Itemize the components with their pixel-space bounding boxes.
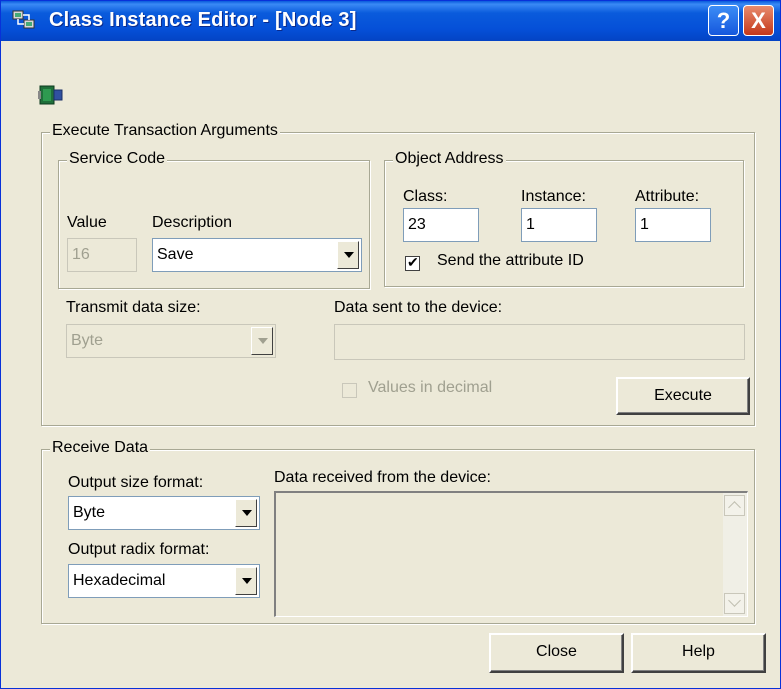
output-size-format-label: Output size format: bbox=[68, 474, 204, 491]
output-radix-format-label: Output radix format: bbox=[68, 541, 210, 558]
receive-data-group: Receive Data Output size format: Byte Ou… bbox=[41, 439, 755, 624]
data-received-label: Data received from the device: bbox=[274, 469, 491, 486]
description-value: Save bbox=[157, 246, 194, 263]
transmit-data-size-label: Transmit data size: bbox=[66, 299, 201, 316]
data-received-area bbox=[274, 491, 748, 617]
transmit-data-size-value: Byte bbox=[71, 332, 104, 349]
data-sent-field bbox=[334, 324, 745, 360]
object-address-legend: Object Address bbox=[393, 150, 506, 168]
service-code-legend: Service Code bbox=[67, 150, 168, 168]
instance-input[interactable]: 1 bbox=[521, 208, 597, 242]
output-radix-format-value: Hexadecimal bbox=[73, 572, 166, 589]
device-icon bbox=[38, 85, 63, 105]
value-label: Value bbox=[67, 214, 107, 231]
execute-transaction-group: Execute Transaction Arguments Service Co… bbox=[41, 122, 755, 426]
scroll-down-arrow-icon[interactable] bbox=[724, 593, 745, 614]
class-input[interactable]: 23 bbox=[403, 208, 479, 242]
window-title: Class Instance Editor - [Node 3] bbox=[49, 9, 357, 31]
values-in-decimal-label: Values in decimal bbox=[368, 379, 493, 396]
description-label: Description bbox=[152, 214, 233, 231]
output-radix-format-dropdown[interactable]: Hexadecimal bbox=[68, 564, 260, 598]
title-close-button[interactable]: X bbox=[743, 5, 774, 36]
data-sent-label: Data sent to the device: bbox=[334, 299, 503, 316]
close-button-label: Close bbox=[536, 643, 577, 660]
class-instance-editor-window: Class Instance Editor - [Node 3] ? X Exe… bbox=[0, 0, 781, 689]
send-attribute-id-label: Send the attribute ID bbox=[437, 252, 584, 269]
object-address-group: Object Address Class: 23 Instance: 1 Att… bbox=[384, 150, 744, 287]
app-icon bbox=[12, 10, 35, 29]
output-size-format-dropdown[interactable]: Byte bbox=[68, 496, 260, 530]
output-radix-dropdown-arrow[interactable] bbox=[235, 567, 257, 595]
attribute-input[interactable]: 1 bbox=[635, 208, 711, 242]
output-size-format-value: Byte bbox=[73, 504, 106, 521]
description-dropdown-arrow[interactable] bbox=[337, 241, 359, 269]
title-help-button[interactable]: ? bbox=[708, 5, 739, 36]
execute-button[interactable]: Execute bbox=[616, 377, 750, 415]
data-received-scrollbar[interactable] bbox=[723, 493, 747, 616]
execute-transaction-legend: Execute Transaction Arguments bbox=[50, 122, 280, 140]
scroll-up-arrow-icon[interactable] bbox=[724, 495, 745, 516]
service-code-group: Service Code Value 16 Description Save bbox=[58, 150, 370, 289]
title-bar[interactable]: Class Instance Editor - [Node 3] ? X bbox=[1, 1, 780, 41]
receive-data-legend: Receive Data bbox=[50, 439, 151, 457]
class-label: Class: bbox=[403, 188, 448, 205]
values-in-decimal-checkbox bbox=[342, 383, 357, 398]
send-attribute-id-checkbox[interactable] bbox=[405, 254, 420, 271]
help-button[interactable]: Help bbox=[631, 633, 766, 673]
help-button-label: Help bbox=[682, 643, 715, 660]
transmit-data-size-dropdown: Byte bbox=[66, 324, 276, 358]
description-dropdown[interactable]: Save bbox=[152, 238, 362, 272]
service-value-field: 16 bbox=[67, 238, 137, 272]
execute-button-label: Execute bbox=[654, 387, 712, 404]
output-size-dropdown-arrow[interactable] bbox=[235, 499, 257, 527]
attribute-label: Attribute: bbox=[635, 188, 700, 205]
close-button[interactable]: Close bbox=[489, 633, 624, 673]
transmit-dropdown-arrow bbox=[251, 327, 273, 355]
instance-label: Instance: bbox=[521, 188, 586, 205]
